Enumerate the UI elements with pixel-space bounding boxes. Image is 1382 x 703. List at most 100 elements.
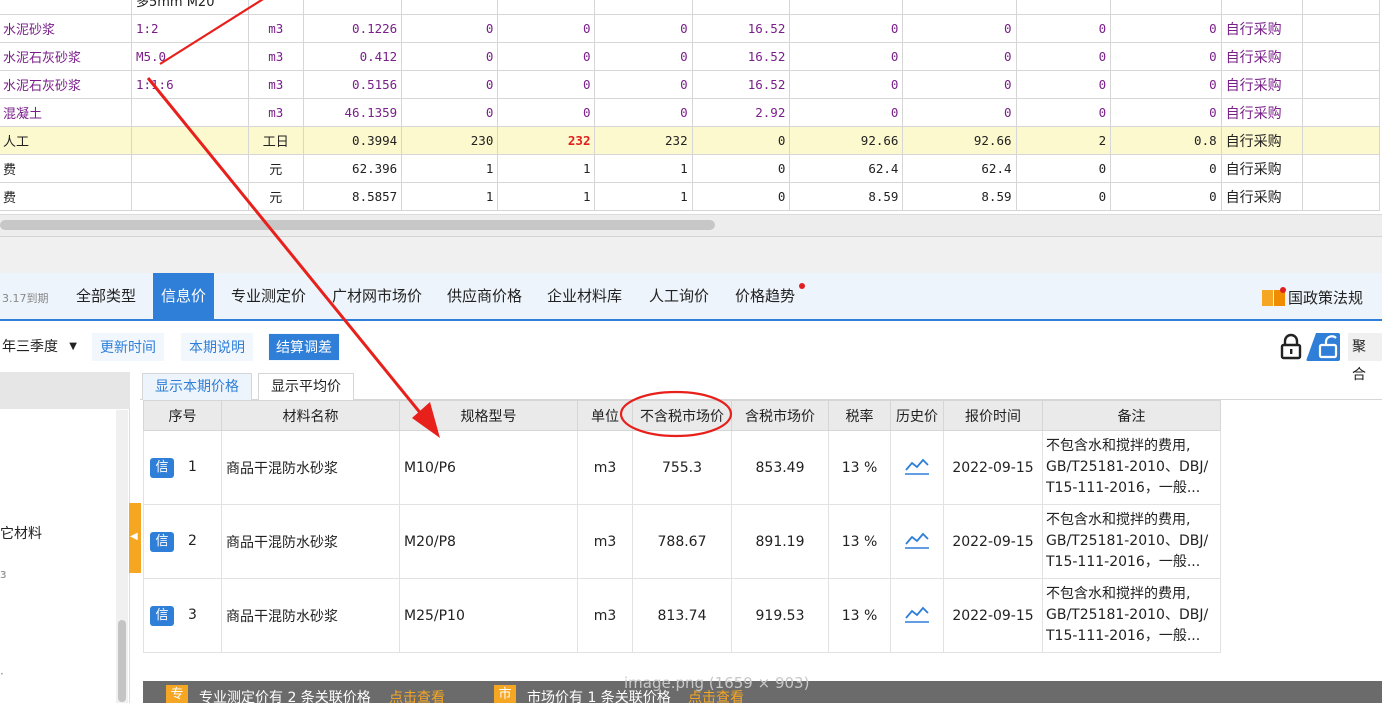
grid-cell-value: 0 (497, 98, 596, 127)
policy-link[interactable]: 国政策法规 (1262, 285, 1363, 309)
grid-cell-source: 自行采购 (1220, 70, 1303, 99)
category-item-other-materials[interactable]: 它材料 (0, 523, 42, 543)
trend-chart-icon[interactable] (904, 532, 930, 554)
quarter-select[interactable]: 年三季度 ▼ (0, 333, 84, 359)
trend-chart-icon[interactable] (904, 606, 930, 628)
chevron-left-icon: ◀ (130, 531, 138, 542)
unlock-icon[interactable] (1306, 333, 1340, 361)
grid-row[interactable]: 混凝土 m3 46.1359 0 0 0 2.92 0 0 0 0 自行采购 (0, 98, 1381, 127)
grid-cell-name: 水泥砂浆 (0, 14, 132, 43)
column-header-spec[interactable]: 规格型号 (399, 400, 578, 431)
grid-cell-value: 2.92 (691, 98, 791, 127)
category-tree: 它材料 з · (0, 372, 130, 703)
column-header-tax-rate[interactable]: 税率 (828, 400, 891, 431)
grid-cell-source: 自行采购 (1220, 126, 1303, 155)
grid-cell-value: 0 (902, 98, 1017, 127)
cell-spec: M10/P6 (399, 430, 578, 505)
grid-cell-spec (130, 98, 249, 127)
table-row[interactable]: 信 2 商品干混防水砂浆 M20/P8 m3 788.67 891.19 13 % 2022-0… (143, 504, 1221, 579)
grid-cell-value: 0 (789, 98, 904, 127)
grid-cell-value: 8.59 (902, 182, 1017, 211)
grid-cell-value: 0 (691, 154, 791, 183)
update-time-button[interactable]: 更新时间 (92, 333, 164, 361)
grid-cell-value: 1 (594, 154, 693, 183)
grid-cell-value: 62.396 (302, 154, 403, 183)
note-line: T15-111-2016，一般... (1046, 480, 1201, 496)
grid-row[interactable]: 费元 62.396 1 1 1 0 62.4 62.4 0 0 自行采购 (0, 154, 1381, 183)
lock-icon[interactable] (1278, 333, 1304, 361)
splitter[interactable] (0, 236, 1382, 273)
grid-row[interactable]: 水泥砂浆 1:2 m3 0.1226 0 0 0 16.52 0 0 0 0 自行采购 (0, 14, 1381, 43)
info-price-table: 序号 材料名称 规格型号 单位 不含税市场价 含税市场价 税率 历史价 报价时间… (143, 400, 1221, 653)
grid-cell-value: 0 (401, 14, 499, 43)
table-row[interactable]: 信 1 商品干混防水砂浆 M10/P6 m3 755.3 853.49 13 % 2022-09… (143, 430, 1221, 505)
grid-cell-value: 0 (594, 98, 693, 127)
tab-enterprise-library[interactable]: 企业材料库 (539, 273, 630, 319)
grid-cell-value: 0.412 (302, 42, 403, 71)
grid-cell-value: 62.4 (902, 154, 1017, 183)
column-header-note[interactable]: 备注 (1042, 400, 1221, 431)
grid-cell-unit: m3 (247, 42, 304, 71)
note-line: 不包含水和搅拌的费用, (1046, 586, 1191, 602)
grid-cell-value: 0 (902, 70, 1017, 99)
scrollbar-thumb[interactable] (118, 620, 126, 702)
cell-price-ex-tax: 813.74 (632, 578, 732, 653)
cell-history[interactable] (890, 504, 944, 579)
aggregate-button[interactable]: 聚合 (1348, 333, 1382, 383)
vertical-scrollbar[interactable] (116, 410, 128, 703)
column-header-price-ex-tax[interactable]: 不含税市场价 (632, 400, 732, 431)
grid-row[interactable]: 水泥石灰砂浆 1:1:6 m3 0.5156 0 0 0 16.52 0 0 0 0 自行采购 (0, 70, 1381, 99)
tab-professional-price[interactable]: 专业测定价 (223, 273, 314, 319)
grid-row[interactable]: 人工 工日 0.3994 230 232 232 0 92.66 92.66 2 0.8 自行采购 (0, 126, 1381, 155)
cell-note: 不包含水和搅拌的费用, GB/T25181-2010、DBJ/T15-111-20… (1042, 578, 1221, 653)
professional-price-text: 专业测定价有 2 条关联价格 (199, 690, 371, 703)
grid-cell-value: 1 (497, 182, 596, 211)
column-header-name[interactable]: 材料名称 (221, 400, 400, 431)
tab-average-price[interactable]: 显示平均价 (258, 373, 354, 400)
column-header-quote-date[interactable]: 报价时间 (943, 400, 1043, 431)
horizontal-scrollbar[interactable] (0, 214, 1382, 236)
cell-quote-date: 2022-09-15 (943, 578, 1043, 653)
column-header-price-in-tax[interactable]: 含税市场价 (731, 400, 829, 431)
trend-chart-icon[interactable] (904, 458, 930, 480)
table-row[interactable]: 信 3 商品干混防水砂浆 M25/P10 m3 813.74 919.53 13 % 2022-… (143, 578, 1221, 653)
grid-row[interactable]: 费元 8.5857 1 1 1 0 8.59 8.59 0 0 自行采购 (0, 182, 1381, 211)
policy-label: 国政策法规 (1288, 288, 1364, 307)
cell-note: 不包含水和搅拌的费用, GB/T25181-2010、DBJ/T15-111-20… (1042, 430, 1221, 505)
grid-cell-value: 16.52 (691, 70, 791, 99)
grid-cell-value: 0 (1015, 98, 1112, 127)
column-header-unit[interactable]: 单位 (577, 400, 633, 431)
cell-tax-rate: 13 % (828, 430, 891, 505)
tab-info-price[interactable]: 信息价 (153, 273, 215, 319)
grid-row[interactable]: 水泥石灰砂浆 M5.0 m3 0.412 0 0 0 16.52 0 0 0 0 自行采购 (0, 42, 1381, 71)
cell-price-in-tax: 919.53 (731, 578, 829, 653)
tab-labor-inquiry[interactable]: 人工询价 (641, 273, 717, 319)
period-note-button[interactable]: 本期说明 (181, 333, 253, 361)
cell-history[interactable] (890, 430, 944, 505)
tab-supplier-price[interactable]: 供应商价格 (439, 273, 530, 319)
grid-cell-value: 0 (1110, 154, 1222, 183)
grid-cell-value: 1 (594, 182, 693, 211)
cell-history[interactable] (890, 578, 944, 653)
quarter-value: 年三季度 (2, 339, 58, 355)
grid-cell-source: 自行采购 (1220, 42, 1303, 71)
grid-cell-value: 0 (401, 42, 499, 71)
grid-cell-value: 0 (691, 182, 791, 211)
scrollbar-thumb[interactable] (0, 220, 715, 230)
tab-price-trend[interactable]: 价格趋势 (727, 273, 803, 319)
market-price-chip: 市 (494, 685, 516, 703)
settle-adjust-button[interactable]: 结算调差 (268, 333, 340, 361)
book-icon (1262, 287, 1286, 307)
column-header-history[interactable]: 历史价 (890, 400, 944, 431)
column-header-seq[interactable]: 序号 (143, 400, 222, 431)
grid-cell-value: 0 (1015, 70, 1112, 99)
tab-market-price[interactable]: 广材网市场价 (324, 273, 430, 319)
professional-price-link[interactable]: 点击查看 (389, 687, 445, 703)
grid-cell-unit: m3 (247, 14, 304, 43)
grid-cell-value: 46.1359 (302, 98, 403, 127)
tab-all-types[interactable]: 全部类型 (68, 273, 144, 319)
grid-cell-value: 0 (1110, 182, 1222, 211)
grid-cell-value: 62.4 (789, 154, 904, 183)
tab-current-price[interactable]: 显示本期价格 (142, 373, 252, 400)
collapse-panel-handle[interactable]: ◀ (129, 503, 141, 573)
